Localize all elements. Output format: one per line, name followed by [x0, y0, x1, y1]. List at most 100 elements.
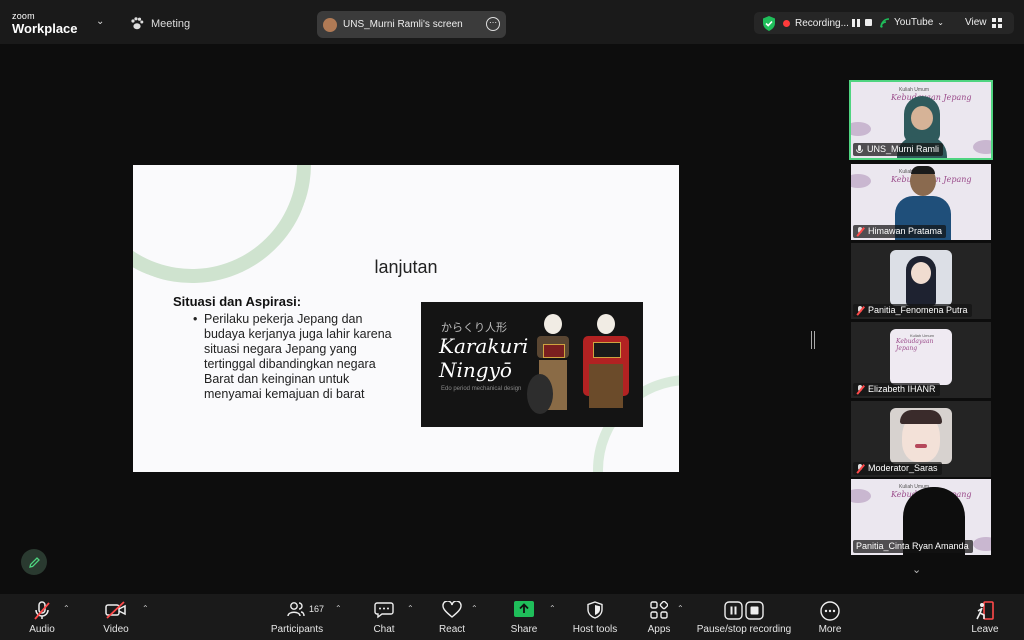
- react-label: React: [438, 624, 466, 635]
- doll-figure: [527, 314, 573, 419]
- recording-controls-icon: [724, 601, 764, 620]
- participant-tile[interactable]: Kuliah Umum Kebudayaan Jepang Himawan Pr…: [851, 164, 991, 240]
- participant-name: Moderator_Saras: [853, 462, 942, 475]
- chat-button[interactable]: Chat: [366, 594, 402, 640]
- meeting-label: Meeting: [151, 17, 191, 30]
- pause-stop-recording-button[interactable]: Pause/stop recording: [694, 594, 794, 640]
- bullet-icon: •: [193, 312, 198, 326]
- image-caption: Edo period mechanical design: [441, 386, 522, 392]
- heart-icon: [442, 601, 462, 618]
- share-label: Share: [510, 624, 538, 635]
- screen-share-indicator[interactable]: UNS_Murni Ramli's screen ⋯: [317, 11, 506, 38]
- apps-button[interactable]: Apps: [642, 594, 676, 640]
- participant-name: Panitia_Fenomena Putra: [853, 304, 972, 317]
- view-label: View: [965, 17, 987, 28]
- share-options-caret[interactable]: ⌃: [549, 604, 556, 613]
- mic-muted-icon: [856, 464, 864, 473]
- livestream-label: YouTube: [894, 17, 934, 28]
- livestream-menu[interactable]: YouTube ⌄: [880, 17, 944, 28]
- recording-label: Recording...: [795, 18, 849, 29]
- grid-view-icon: [991, 17, 1002, 28]
- slide-heading: Situasi dan Aspirasi:: [173, 294, 302, 309]
- doll-figure: [581, 314, 631, 419]
- slide-bullet: • Perilaku pekerja Jepang dan budaya ker…: [193, 312, 393, 402]
- image-japanese-text: からくり人形: [441, 321, 507, 334]
- apps-options-caret[interactable]: ⌃: [677, 604, 684, 613]
- slide-title: lanjutan: [374, 257, 438, 277]
- more-label: More: [818, 624, 842, 635]
- panel-resize-handle[interactable]: [811, 331, 815, 349]
- chat-icon: [374, 602, 394, 619]
- audio-options-caret[interactable]: ⌃: [63, 604, 70, 613]
- more-options-icon[interactable]: ⋯: [486, 17, 500, 31]
- chat-options-caret[interactable]: ⌃: [407, 604, 414, 613]
- paw-icon: [131, 17, 144, 30]
- pencil-icon: [28, 556, 40, 568]
- shield-icon: [587, 601, 603, 619]
- leave-label: Leave: [971, 624, 999, 635]
- mic-icon: [856, 145, 863, 153]
- participant-name: Elizabeth IHANR: [853, 383, 940, 396]
- stop-icon[interactable]: [865, 19, 872, 26]
- avatar: [890, 408, 952, 464]
- more-button[interactable]: More: [812, 594, 848, 640]
- livestream-icon: [880, 17, 890, 28]
- more-icon: [820, 601, 840, 621]
- view-menu[interactable]: View: [965, 17, 1002, 28]
- avatar: [323, 17, 337, 32]
- meeting-menu[interactable]: Meeting: [130, 17, 190, 30]
- leave-icon: [976, 601, 994, 620]
- avatar: Kuliah Umum Kebudayaan Jepang: [890, 329, 952, 385]
- participants-options-caret[interactable]: ⌃: [335, 604, 342, 613]
- apps-label: Apps: [647, 624, 671, 635]
- shared-slide[interactable]: lanjutan Situasi dan Aspirasi: • Perilak…: [133, 165, 679, 472]
- banner-text: Kebudayaan Jepang: [896, 338, 934, 352]
- recording-dot-icon: [783, 20, 790, 27]
- chevron-down-icon: ⌄: [937, 18, 944, 27]
- mic-muted-icon: [856, 306, 864, 315]
- participant-tile[interactable]: Moderator_Saras: [851, 401, 991, 477]
- screen-share-label: UNS_Murni Ramli's screen: [343, 19, 463, 30]
- shield-icon[interactable]: [762, 16, 776, 31]
- participants-button[interactable]: Participants: [268, 594, 326, 640]
- react-button[interactable]: React: [434, 594, 470, 640]
- host-tools-button[interactable]: Host tools: [568, 594, 622, 640]
- annotate-button[interactable]: [21, 549, 47, 575]
- leave-button[interactable]: Leave: [966, 594, 1004, 640]
- video-label: Video: [103, 624, 129, 635]
- participant-count: 167: [309, 604, 325, 614]
- audio-label: Audio: [29, 624, 55, 635]
- participants-icon: [287, 602, 305, 617]
- video-button[interactable]: Video: [96, 594, 136, 640]
- avatar: [890, 250, 952, 306]
- video-off-icon: [105, 601, 126, 619]
- logo-line1: zoom: [12, 11, 35, 21]
- apps-icon: [650, 601, 668, 619]
- share-screen-icon: [514, 601, 534, 617]
- zoom-logo[interactable]: zoom Workplace: [12, 11, 78, 36]
- participant-tile[interactable]: Kuliah Umum Kebudayaan Jepang UNS_Murni …: [849, 80, 993, 160]
- participant-name: UNS_Murni Ramli: [853, 143, 944, 156]
- chevron-down-icon[interactable]: ⌄: [912, 563, 921, 576]
- video-options-caret[interactable]: ⌃: [142, 604, 149, 613]
- participant-name: Himawan Pratama: [853, 225, 947, 238]
- slide-bullet-text: Perilaku pekerja Jepang dan budaya kerja…: [204, 312, 392, 401]
- chevron-down-icon[interactable]: ⌄: [96, 16, 104, 27]
- participant-tile[interactable]: Kuliah Umum Kebudayaan Jepang Panitia_Ci…: [851, 479, 991, 555]
- image-title-line2: Ningyō: [439, 358, 512, 382]
- karakuri-image: からくり人形 Karakuri Ningyō Edo period mechan…: [421, 302, 643, 427]
- mic-muted-icon: [856, 385, 864, 394]
- logo-line2: Workplace: [12, 21, 78, 36]
- top-bar: zoom Workplace ⌄ Meeting UNS_Murni Ramli…: [0, 0, 1024, 44]
- host-tools-label: Host tools: [572, 624, 618, 635]
- recording-status-bar: Recording... YouTube ⌄ View: [754, 12, 1014, 34]
- share-button[interactable]: Share: [506, 594, 542, 640]
- participant-tile[interactable]: Panitia_Fenomena Putra: [851, 243, 991, 319]
- react-options-caret[interactable]: ⌃: [471, 604, 478, 613]
- participant-tile[interactable]: Kuliah Umum Kebudayaan Jepang Elizabeth …: [851, 322, 991, 398]
- audio-button[interactable]: Audio: [22, 594, 62, 640]
- pause-icon[interactable]: [852, 19, 860, 27]
- image-title-line1: Karakuri: [439, 334, 529, 358]
- participant-name: Panitia_Cinta Ryan Amanda: [853, 540, 973, 553]
- participants-label: Participants: [270, 624, 324, 635]
